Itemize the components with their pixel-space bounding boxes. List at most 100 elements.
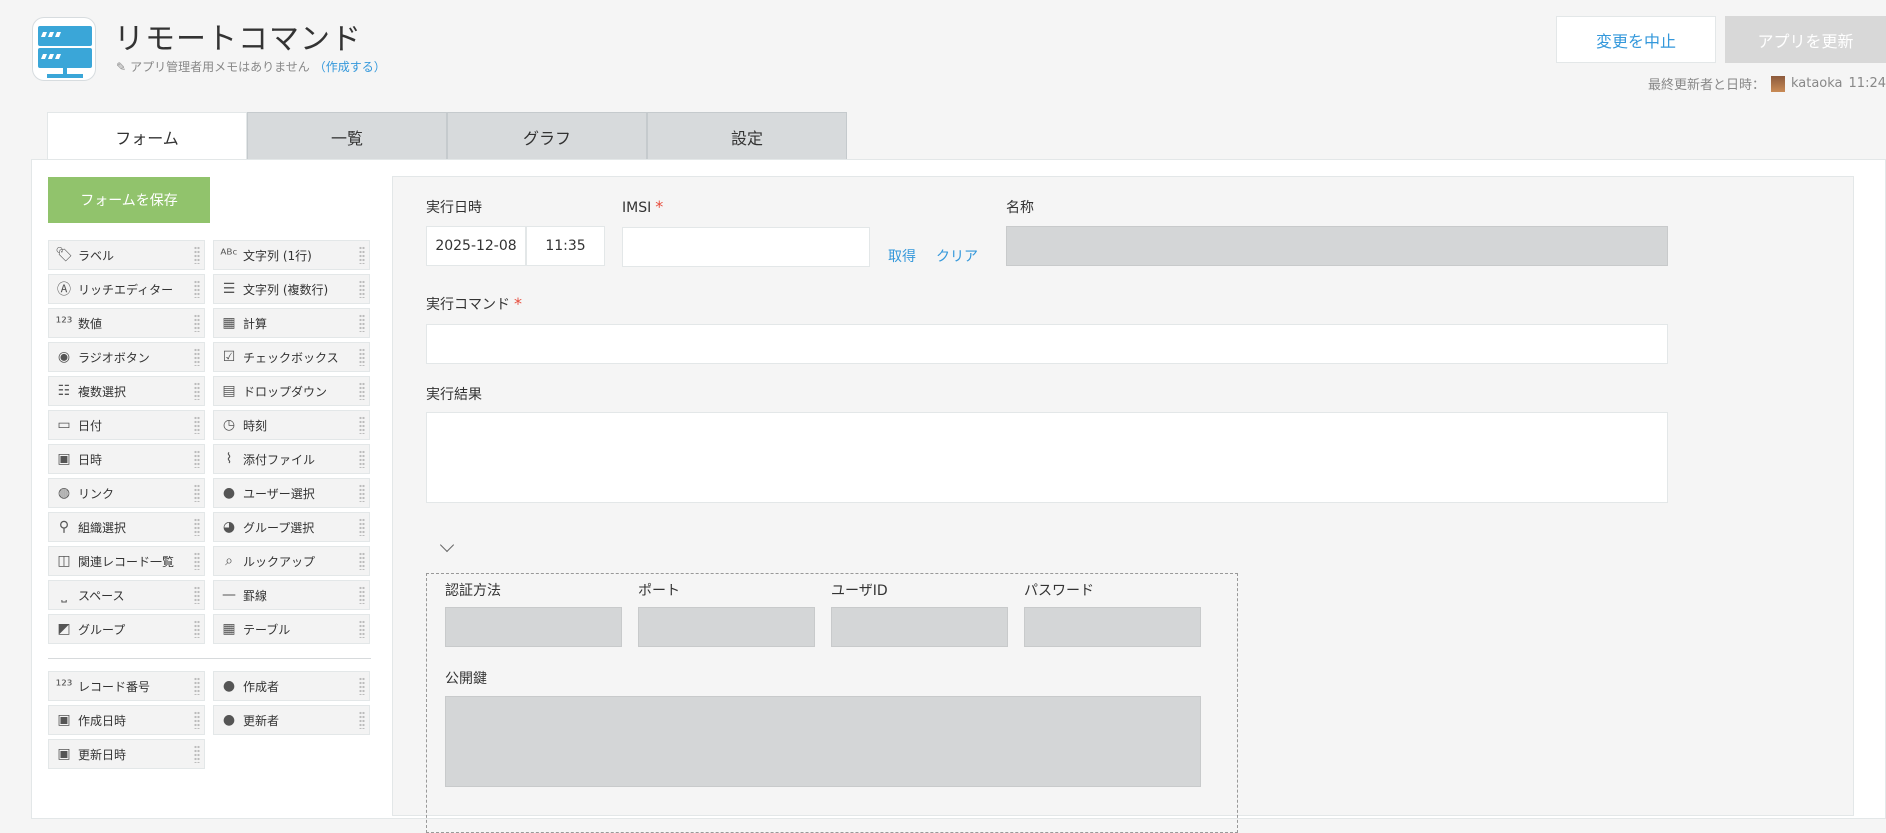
palette-item[interactable]: ▦ 計算 [213, 308, 370, 338]
drag-handle-icon[interactable] [194, 484, 200, 502]
palette-item[interactable]: ▤ ドロップダウン [213, 376, 370, 406]
drag-handle-icon[interactable] [359, 416, 365, 434]
palette-item-label: 日時 [78, 452, 103, 467]
last-updated-user[interactable]: kataoka [1791, 76, 1843, 91]
palette-item[interactable]: ▣ 更新日時 [48, 739, 205, 769]
drag-handle-icon[interactable] [194, 745, 200, 763]
palette-item[interactable]: ◫ 関連レコード一覧 [48, 546, 205, 576]
palette-item-label: 文字列 (1行) [243, 248, 312, 263]
palette-item-label: テーブル [243, 622, 291, 637]
palette-item[interactable]: ᴬᴮᶜ 文字列 (1行) [213, 240, 370, 270]
palette-item-label: 添付ファイル [243, 452, 316, 467]
drag-handle-icon[interactable] [359, 518, 365, 536]
drag-handle-icon[interactable] [194, 677, 200, 695]
drag-handle-icon[interactable] [194, 450, 200, 468]
password-label: パスワード [1024, 583, 1094, 599]
name-field[interactable] [1006, 226, 1668, 266]
palette-item-label: スペース [78, 588, 125, 603]
palette-item[interactable]: ● 作成者 [213, 671, 370, 701]
drag-handle-icon[interactable] [359, 382, 365, 400]
palette-item[interactable]: ⌇ 添付ファイル [213, 444, 370, 474]
palette-item[interactable]: ▣ 日時 [48, 444, 205, 474]
pubkey-field[interactable] [445, 696, 1201, 787]
drag-handle-icon[interactable] [359, 450, 365, 468]
palette-item[interactable]: ☷ 複数選択 [48, 376, 205, 406]
palette-item[interactable]: ⌕ ルックアップ [213, 546, 370, 576]
drag-handle-icon[interactable] [194, 416, 200, 434]
palette-item[interactable]: ▭ 日付 [48, 410, 205, 440]
palette-fields: 🏷 ラベル ᴬᴮᶜ 文字列 (1行) Ⓐ リッチエディター ☰ 文字列 (複数行) ¹²³ 数値 ▦… [48, 240, 371, 644]
drag-handle-icon[interactable] [359, 348, 365, 366]
drag-handle-icon[interactable] [194, 348, 200, 366]
cancel-changes-button[interactable]: 変更を中止 [1556, 16, 1716, 63]
drag-handle-icon[interactable] [194, 246, 200, 264]
command-label: 実行コマンド * [426, 294, 522, 314]
drag-handle-icon[interactable] [359, 246, 365, 264]
richtext-icon: Ⓐ [57, 282, 71, 298]
tab-settings[interactable]: 設定 [647, 112, 847, 160]
palette-item[interactable]: ● ユーザー選択 [213, 478, 370, 508]
exec-time-field[interactable]: 11:35 [526, 226, 605, 266]
field-palette: 🏷 ラベル ᴬᴮᶜ 文字列 (1行) Ⓐ リッチエディター ☰ 文字列 (複数行) ¹²³ 数値 ▦… [48, 240, 371, 769]
palette-item[interactable]: ◍ リンク [48, 478, 205, 508]
drag-handle-icon[interactable] [359, 484, 365, 502]
drag-handle-icon[interactable] [359, 314, 365, 332]
drag-handle-icon[interactable] [194, 382, 200, 400]
app-title: リモートコマンド [114, 22, 362, 57]
palette-item[interactable]: ⚲ 組織選択 [48, 512, 205, 542]
palette-item[interactable]: ☑ チェックボックス [213, 342, 370, 372]
drag-handle-icon[interactable] [359, 677, 365, 695]
number-icon: ¹²³ [55, 315, 73, 331]
imsi-field[interactable] [622, 227, 870, 267]
result-field[interactable] [426, 412, 1668, 503]
palette-item[interactable]: ◩ グループ [48, 614, 205, 644]
palette-item[interactable]: Ⓐ リッチエディター [48, 274, 205, 304]
tab-graph[interactable]: グラフ [447, 112, 647, 160]
palette-item[interactable]: 🏷 ラベル [48, 240, 205, 270]
palette-item[interactable]: ¹²³ レコード番号 [48, 671, 205, 701]
palette-item[interactable]: — 罫線 [213, 580, 370, 610]
palette-item[interactable]: ☰ 文字列 (複数行) [213, 274, 370, 304]
drag-handle-icon[interactable] [359, 280, 365, 298]
palette-item-label: グループ選択 [243, 520, 315, 535]
palette-item[interactable]: ◉ ラジオボタン [48, 342, 205, 372]
drag-handle-icon[interactable] [194, 711, 200, 729]
password-field[interactable] [1024, 607, 1201, 647]
palette-item-label: ラジオボタン [78, 350, 150, 365]
tab-form[interactable]: フォーム [47, 112, 247, 161]
tab-list[interactable]: 一覧 [247, 112, 447, 160]
palette-item-label: レコード番号 [78, 679, 151, 694]
save-form-button[interactable]: フォームを保存 [48, 177, 210, 223]
drag-handle-icon[interactable] [194, 620, 200, 638]
palette-item[interactable]: ◷ 時刻 [213, 410, 370, 440]
pubkey-label: 公開鍵 [445, 671, 487, 687]
update-app-button[interactable]: アプリを更新 [1725, 16, 1886, 63]
drag-handle-icon[interactable] [194, 280, 200, 298]
palette-item-label: 作成者 [243, 679, 280, 694]
lookup-icon: ⌕ [225, 553, 233, 569]
drag-handle-icon[interactable] [359, 620, 365, 638]
exec-date-field[interactable]: 2025-12-08 [426, 226, 526, 266]
memo-create-link[interactable]: （作成する） [314, 58, 386, 75]
port-field[interactable] [638, 607, 815, 647]
command-field[interactable] [426, 324, 1668, 364]
imsi-label-text: IMSI [622, 200, 652, 216]
drag-handle-icon[interactable] [359, 552, 365, 570]
userid-field[interactable] [831, 607, 1008, 647]
palette-item[interactable]: ◕ グループ選択 [213, 512, 370, 542]
imsi-label: IMSI * [622, 197, 663, 216]
get-link[interactable]: 取得 [888, 246, 916, 266]
drag-handle-icon[interactable] [194, 314, 200, 332]
clear-link[interactable]: クリア [936, 246, 978, 266]
drag-handle-icon[interactable] [359, 586, 365, 604]
palette-item[interactable]: ⎵ スペース [48, 580, 205, 610]
palette-item[interactable]: ● 更新者 [213, 705, 370, 735]
drag-handle-icon[interactable] [359, 711, 365, 729]
drag-handle-icon[interactable] [194, 518, 200, 536]
palette-item[interactable]: ¹²³ 数値 [48, 308, 205, 338]
palette-item[interactable]: ▦ テーブル [213, 614, 370, 644]
drag-handle-icon[interactable] [194, 586, 200, 604]
drag-handle-icon[interactable] [194, 552, 200, 570]
palette-item[interactable]: ▣ 作成日時 [48, 705, 205, 735]
auth-method-field[interactable] [445, 607, 622, 647]
